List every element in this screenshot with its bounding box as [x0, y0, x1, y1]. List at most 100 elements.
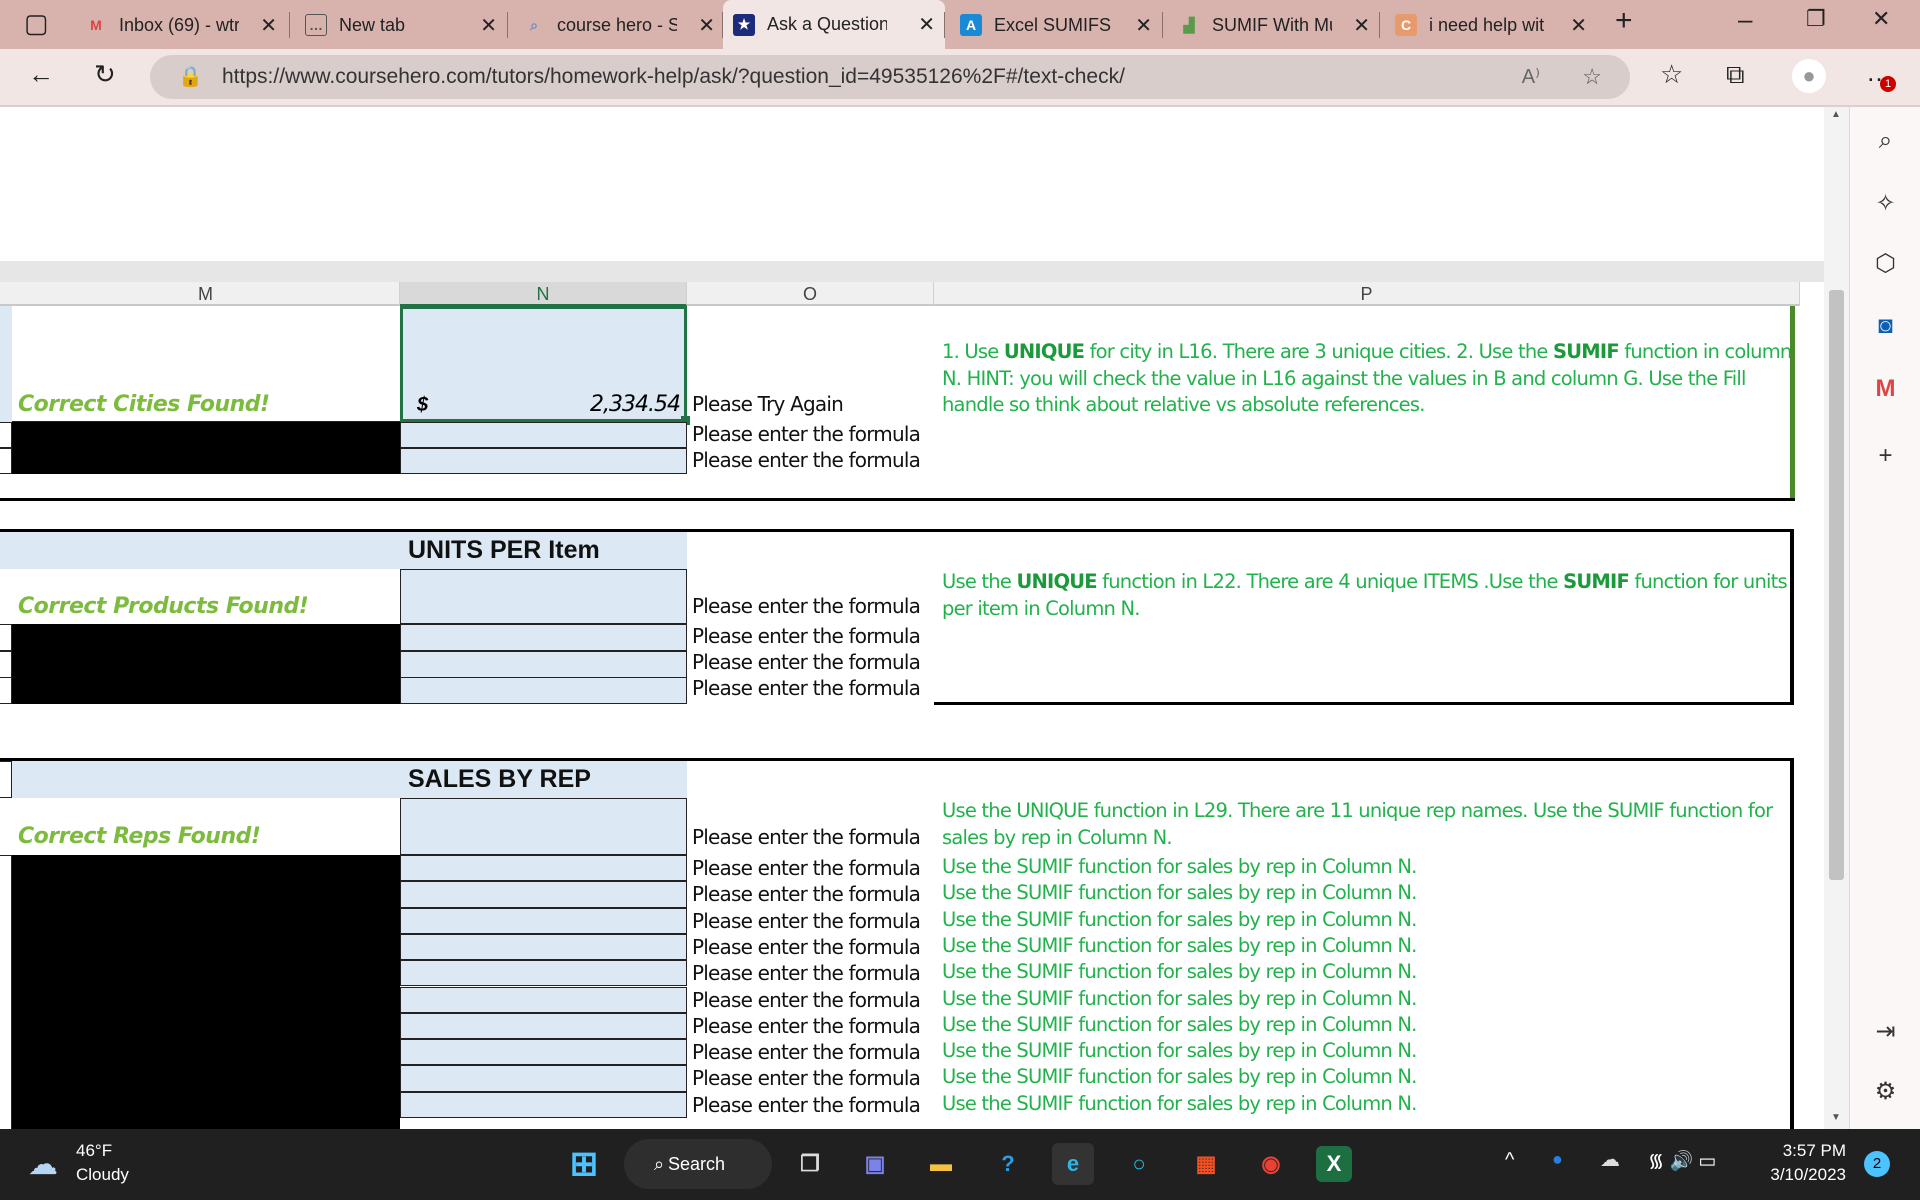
column-header-p[interactable]: P — [934, 282, 1800, 306]
notification-count[interactable]: 2 — [1864, 1151, 1890, 1177]
formula-cell-n[interactable] — [400, 986, 687, 1013]
o-cell-message: Please enter the formula — [692, 1013, 921, 1038]
tab-1[interactable]: M Inbox (69) - wtr ✕ — [75, 6, 287, 44]
formula-cell-n[interactable] — [400, 1065, 687, 1092]
redacted-cell — [12, 677, 400, 704]
settings-icon[interactable]: ⚙ — [1850, 1077, 1920, 1106]
instructions-row-note: Use the SUMIF function for sales by rep … — [942, 986, 1417, 1010]
formula-cell-n[interactable] — [400, 448, 687, 474]
close-tab-icon[interactable]: ✕ — [480, 13, 497, 38]
search-icon: ⌕ — [654, 1154, 665, 1174]
instructions-row-note: Use the SUMIF function for sales by rep … — [942, 960, 1417, 984]
profile-avatar[interactable]: ● — [1792, 59, 1826, 93]
tab-5[interactable]: A Excel SUMIFS a ✕ — [950, 6, 1162, 44]
task-view-icon[interactable]: ❐ — [789, 1143, 831, 1185]
tab-label: course hero - S — [557, 14, 677, 35]
tab-7[interactable]: Ci need help wit ✕ — [1385, 6, 1597, 44]
formula-cell-n[interactable] — [400, 1039, 687, 1066]
new-tab-button[interactable]: + — [1615, 4, 1633, 38]
scroll-up-arrow[interactable]: ▲ — [1831, 109, 1841, 120]
o-cell-message: Please enter the formula — [692, 961, 921, 986]
help-icon[interactable]: ? — [987, 1143, 1029, 1185]
show-hidden-icons[interactable]: ^ — [1505, 1149, 1514, 1172]
column-header-n[interactable]: N — [400, 282, 687, 306]
tab-actions-icon[interactable]: ▢ — [24, 8, 49, 39]
add-app-icon[interactable]: + — [1850, 442, 1920, 470]
excel-icon[interactable]: X — [1316, 1146, 1352, 1182]
cortana-icon[interactable]: ○ — [1118, 1143, 1160, 1185]
gmail-icon[interactable]: M — [1850, 375, 1920, 403]
formula-cell-n[interactable] — [400, 422, 687, 448]
onedrive-error-icon[interactable]: ● — [1552, 1149, 1563, 1170]
row-stub — [0, 306, 12, 422]
close-tab-icon[interactable]: ✕ — [1570, 13, 1587, 38]
teams-icon[interactable]: ▣ — [854, 1143, 896, 1185]
column-header-m[interactable]: M — [12, 282, 400, 306]
cloud-icon[interactable]: ☁ — [1600, 1147, 1620, 1172]
clock-time[interactable]: 3:57 PM — [1766, 1141, 1846, 1161]
close-tab-icon[interactable]: ✕ — [1353, 13, 1370, 38]
tab-3[interactable]: ⌕ course hero - S ✕ — [513, 6, 725, 44]
formula-cell-n[interactable] — [400, 1012, 687, 1040]
add-favorite-icon[interactable]: ☆ — [1582, 55, 1602, 99]
close-tab-icon[interactable]: ✕ — [1135, 13, 1152, 38]
weather-temp[interactable]: 46°F — [76, 1141, 112, 1161]
formula-cell-n[interactable] — [400, 855, 687, 882]
edge-icon[interactable]: e — [1052, 1143, 1094, 1185]
taskbar-search[interactable]: ⌕ Search — [624, 1139, 772, 1189]
wifi-volume-battery-icons[interactable]: ᯾ 🔊 ▭ — [1648, 1147, 1716, 1173]
column-header-o[interactable]: O — [687, 282, 934, 306]
formula-cell-n[interactable] — [400, 1091, 687, 1118]
close-window-button[interactable]: ✕ — [1872, 6, 1890, 32]
formula-cell-n[interactable] — [400, 798, 687, 855]
o-cell-message: Please enter the formula — [692, 594, 921, 618]
redacted-cell — [12, 855, 400, 1129]
tab-4[interactable]: ★ Ask a Question ✕ — [723, 0, 945, 49]
o-cell-message: Please enter the formula — [692, 856, 921, 880]
favorites-icon[interactable]: ☆ — [1660, 59, 1683, 90]
formula-cell-n[interactable] — [400, 881, 687, 908]
o-cell-message: Please enter the formula — [692, 825, 921, 849]
start-icon[interactable]: ⊞ — [563, 1143, 605, 1185]
collections-icon[interactable]: ⧉ — [1726, 59, 1745, 91]
formula-cell-n[interactable] — [400, 960, 687, 987]
search-icon: ⌕ — [530, 16, 538, 33]
search-icon[interactable]: ⌕ — [1850, 127, 1920, 155]
row-stub — [0, 624, 12, 651]
redacted-cell — [12, 448, 400, 474]
refresh-button[interactable]: ↻ — [94, 59, 116, 90]
close-tab-icon[interactable]: ✕ — [260, 13, 277, 38]
formula-cell-n[interactable] — [400, 907, 687, 934]
file-explorer-icon[interactable]: ▬ — [920, 1143, 962, 1185]
close-tab-icon[interactable]: ✕ — [698, 13, 715, 38]
outlook-icon[interactable]: ◙ — [1850, 312, 1920, 340]
back-button[interactable]: ← — [28, 59, 54, 90]
formula-cell-n[interactable] — [400, 933, 687, 961]
lock-icon[interactable]: 🔒 — [178, 55, 203, 99]
tab-6[interactable]: ▟ SUMIF With Mu ✕ — [1168, 6, 1380, 44]
formula-cell-n[interactable] — [400, 651, 687, 678]
site-icon: ▟ — [1183, 16, 1195, 33]
instructions-note-1: 1. Use UNIQUE for city in L16. There are… — [942, 340, 1792, 416]
formula-cell-n[interactable] — [400, 569, 687, 624]
close-tab-icon[interactable]: ✕ — [918, 12, 935, 37]
tab-2[interactable]: … New tab ✕ — [295, 6, 507, 44]
read-aloud-icon[interactable]: A⁾ — [1522, 55, 1540, 99]
o-cell-message: Please enter the formula — [692, 422, 921, 446]
formula-cell-n[interactable] — [400, 677, 687, 704]
copilot-icon[interactable]: ✧ — [1850, 189, 1920, 218]
scroll-down-arrow[interactable]: ▼ — [1831, 1112, 1841, 1123]
scrollbar-thumb[interactable] — [1829, 290, 1844, 880]
url-field[interactable]: 🔒 https://www.coursehero.com/tutors/home… — [150, 55, 1630, 99]
chrome-icon[interactable]: ◉ — [1250, 1143, 1292, 1185]
minimize-button[interactable]: – — [1738, 4, 1752, 35]
restore-button[interactable]: ❐ — [1806, 6, 1826, 32]
c-icon: C — [1395, 14, 1417, 36]
weather-desc[interactable]: Cloudy — [76, 1165, 129, 1185]
store-icon[interactable]: ▦ — [1185, 1143, 1227, 1185]
hide-sidebar-icon[interactable]: ⇥ — [1850, 1017, 1920, 1046]
formula-cell-n[interactable] — [400, 624, 687, 651]
o-cell-message: Please enter the formula — [692, 676, 921, 700]
clock-date[interactable]: 3/10/2023 — [1756, 1165, 1846, 1185]
tools-icon[interactable]: ⬡ — [1850, 249, 1920, 278]
